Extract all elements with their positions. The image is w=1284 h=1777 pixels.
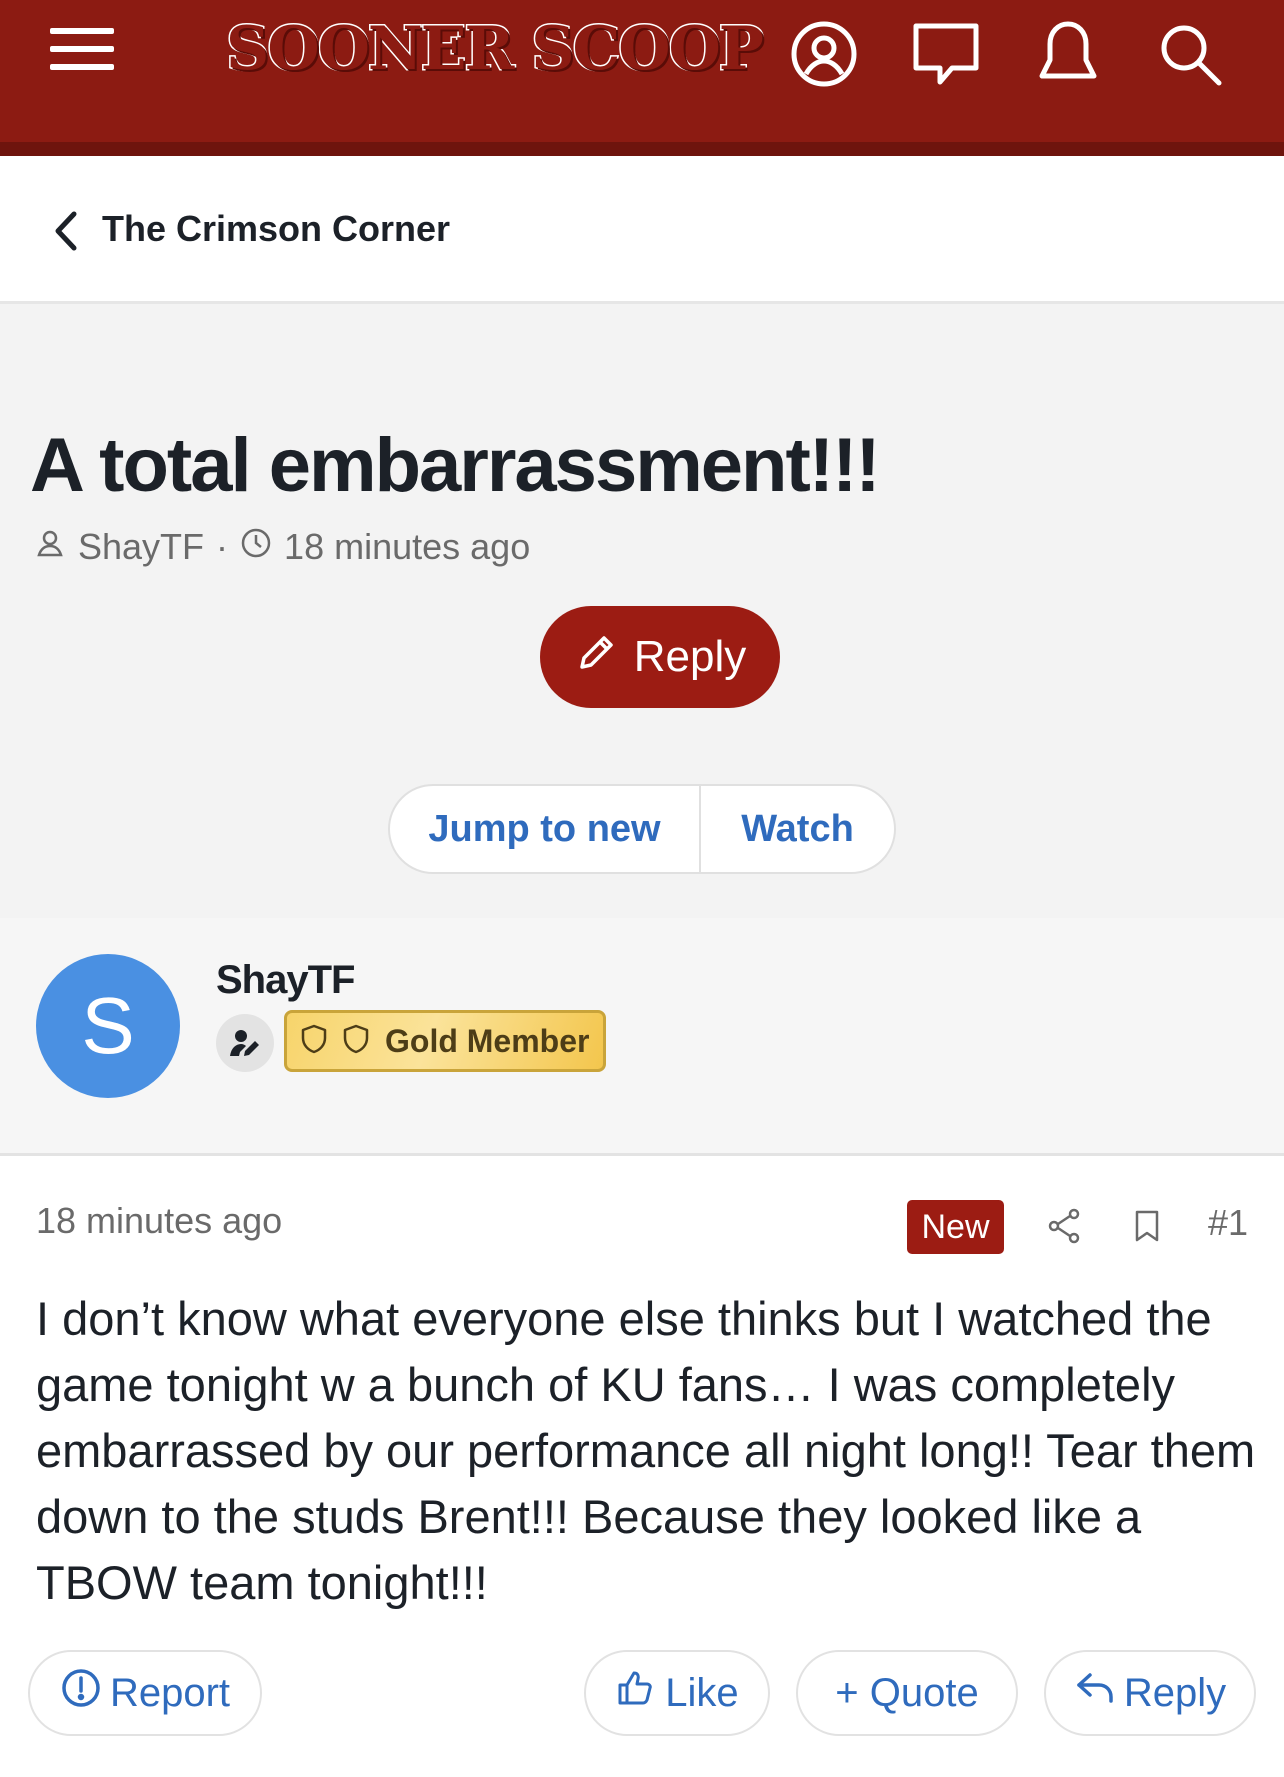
share-icon[interactable] xyxy=(1042,1204,1086,1248)
report-button[interactable]: Report xyxy=(28,1650,262,1736)
like-button[interactable]: Like xyxy=(584,1650,770,1736)
thread-title: A total embarrassment!!! xyxy=(30,423,881,508)
post-number[interactable]: #1 xyxy=(1208,1202,1248,1244)
thread-author-link[interactable]: ShayTF xyxy=(78,526,204,568)
thread-actions: Jump to new Watch xyxy=(388,784,896,874)
thread-meta: ShayTF · 18 minutes ago xyxy=(34,526,530,568)
reply-arrow-icon xyxy=(1074,1667,1116,1719)
report-label: Report xyxy=(109,1670,231,1715)
shield-icon xyxy=(339,1022,373,1061)
gold-member-badge: Gold Member xyxy=(284,1010,606,1072)
quote-button[interactable]: + Quote xyxy=(796,1650,1018,1736)
alerts-icon[interactable] xyxy=(1028,14,1108,94)
reply-button-label: Reply xyxy=(633,632,747,681)
post-author-bar: S ShayTF Gold Member xyxy=(0,918,1284,1156)
shield-icon xyxy=(297,1022,331,1061)
user-icon xyxy=(34,526,66,568)
clock-icon xyxy=(240,526,272,568)
top-bar: SOONER SCOOP xyxy=(0,0,1284,156)
thread-header: A total embarrassment!!! ShayTF · 18 min… xyxy=(0,304,1284,918)
breadcrumb[interactable]: The Crimson Corner xyxy=(0,156,1284,304)
chevron-left-icon[interactable] xyxy=(48,206,84,256)
badge-label: Gold Member xyxy=(385,1022,590,1059)
jump-to-new-button[interactable]: Jump to new xyxy=(390,786,701,872)
pencil-icon xyxy=(574,629,620,686)
post-reply-label: Reply xyxy=(1123,1670,1227,1715)
reply-button[interactable]: Reply xyxy=(540,606,780,708)
user-edit-icon xyxy=(216,1014,274,1072)
avatar[interactable]: S xyxy=(36,954,180,1098)
post-time[interactable]: 18 minutes ago xyxy=(36,1200,282,1242)
menu-icon[interactable] xyxy=(50,24,122,78)
account-icon[interactable] xyxy=(784,14,864,94)
messages-icon[interactable] xyxy=(906,14,986,94)
thread-time[interactable]: 18 minutes ago xyxy=(284,526,530,568)
breadcrumb-forum-link[interactable]: The Crimson Corner xyxy=(102,208,450,250)
watch-button[interactable]: Watch xyxy=(701,786,894,872)
new-badge: New xyxy=(907,1200,1004,1254)
alert-circle-icon xyxy=(60,1667,102,1719)
bookmark-icon[interactable] xyxy=(1125,1204,1169,1248)
quote-label: + Quote xyxy=(835,1670,979,1715)
like-label: Like xyxy=(665,1670,739,1715)
post-body: I don’t know what everyone else thinks b… xyxy=(36,1292,1256,1609)
post-author-name[interactable]: ShayTF xyxy=(216,958,355,1003)
search-icon[interactable] xyxy=(1150,14,1230,94)
site-logo[interactable]: SOONER SCOOP xyxy=(225,13,766,86)
thumbs-up-icon xyxy=(615,1667,657,1719)
meta-separator: · xyxy=(216,526,229,567)
post-reply-button[interactable]: Reply xyxy=(1044,1650,1256,1736)
